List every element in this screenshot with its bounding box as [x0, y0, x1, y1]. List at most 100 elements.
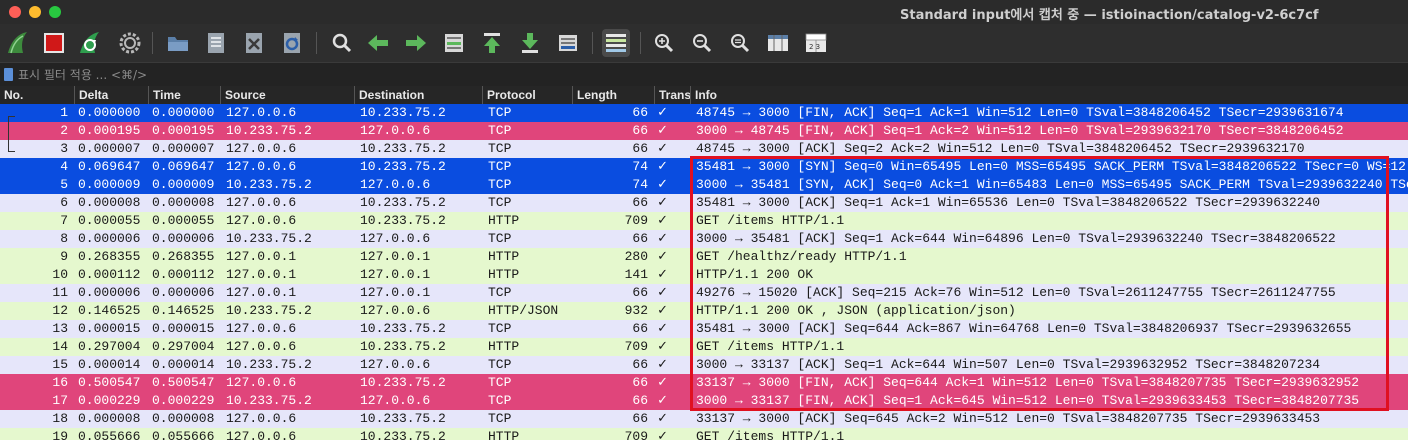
column-header-info[interactable]: Info — [690, 86, 1408, 104]
packet-trans-cell: ✓ — [657, 357, 668, 372]
packet-info-cell: 48745 → 3000 [FIN, ACK] Seq=1 Ack=1 Win=… — [696, 105, 1344, 120]
packet-info-cell: GET /healthz/ready HTTP/1.1 — [696, 249, 907, 264]
packet-row[interactable]: 11 0.000006 0.000006 127.0.0.1 127.0.0.1 TCP 6… — [0, 284, 1408, 302]
restart-capture-icon[interactable] — [76, 29, 104, 57]
zoom-window-button[interactable] — [49, 6, 61, 18]
packet-len-cell: 709 — [624, 339, 648, 354]
packet-proto-cell: HTTP — [488, 249, 520, 264]
packet-row[interactable]: 8 0.000006 0.000006 10.233.75.2 127.0.0.6 TCP… — [0, 230, 1408, 248]
save-file-icon[interactable] — [202, 29, 230, 57]
resize-columns-icon[interactable] — [764, 29, 792, 57]
column-header-length[interactable]: Length — [572, 86, 654, 104]
packet-trans-cell: ✓ — [657, 267, 668, 282]
zoom-out-icon[interactable] — [688, 29, 716, 57]
packet-row[interactable]: 2 0.000195 0.000195 10.233.75.2 127.0.0.6 TCP… — [0, 122, 1408, 140]
packet-proto-cell: TCP — [488, 285, 512, 300]
packet-len-cell: 66 — [632, 321, 648, 336]
packet-row[interactable]: 6 0.000008 0.000008 127.0.0.6 10.233.75.2 TCP… — [0, 194, 1408, 212]
packet-delta-cell: 0.000014 — [78, 357, 141, 372]
packet-delta-cell: 0.000000 — [78, 105, 141, 120]
packet-len-cell: 66 — [632, 105, 648, 120]
packet-delta-cell: 0.000008 — [78, 411, 141, 426]
column-header-trans[interactable]: Trans — [654, 86, 690, 104]
packet-row[interactable]: 4 0.069647 0.069647 127.0.0.6 10.233.75.2 TCP… — [0, 158, 1408, 176]
go-back-icon[interactable] — [364, 29, 392, 57]
title-bar: Standard input에서 캡처 중 — istioinaction/ca… — [0, 0, 1408, 24]
packet-delta-cell: 0.500547 — [78, 375, 141, 390]
auto-scroll-icon[interactable] — [554, 29, 582, 57]
packet-time-cell: 0.000015 — [152, 321, 215, 336]
open-folder-icon[interactable] — [164, 29, 192, 57]
close-file-icon[interactable] — [240, 29, 268, 57]
go-to-packet-icon[interactable] — [440, 29, 468, 57]
packet-dst-cell: 10.233.75.2 — [360, 411, 446, 426]
column-header-delta[interactable]: Delta — [74, 86, 148, 104]
colorize-icon[interactable] — [602, 29, 630, 57]
layout-icon[interactable]: 2 3 — [802, 29, 830, 57]
column-header-source[interactable]: Source — [220, 86, 354, 104]
packet-proto-cell: TCP — [488, 141, 512, 156]
filter-bookmark-icon[interactable] — [4, 68, 13, 81]
capture-options-gear-icon[interactable] — [116, 29, 144, 57]
packet-dst-cell: 127.0.0.6 — [360, 177, 431, 192]
packet-proto-cell: HTTP/JSON — [488, 303, 559, 318]
packet-no-cell: 9 — [60, 249, 68, 264]
packet-len-cell: 66 — [632, 141, 648, 156]
zoom-in-icon[interactable] — [650, 29, 678, 57]
close-window-button[interactable] — [9, 6, 21, 18]
column-header-time[interactable]: Time — [148, 86, 220, 104]
packet-delta-cell: 0.000009 — [78, 177, 141, 192]
packet-time-cell: 0.069647 — [152, 159, 215, 174]
packet-row[interactable]: 16 0.500547 0.500547 127.0.0.6 10.233.75.2 TC… — [0, 374, 1408, 392]
packet-src-cell: 10.233.75.2 — [226, 393, 312, 408]
packet-row[interactable]: 15 0.000014 0.000014 10.233.75.2 127.0.0.6 TC… — [0, 356, 1408, 374]
packet-row[interactable]: 19 0.055666 0.055666 127.0.0.6 10.233.75.2 HT… — [0, 428, 1408, 440]
column-header-no[interactable]: No. — [0, 86, 74, 104]
packet-row[interactable]: 7 0.000055 0.000055 127.0.0.6 10.233.75.2 HTT… — [0, 212, 1408, 230]
packet-src-cell: 127.0.0.6 — [226, 105, 297, 120]
packet-len-cell: 709 — [624, 213, 648, 228]
packet-proto-cell: HTTP — [488, 339, 520, 354]
packet-row[interactable]: 18 0.000008 0.000008 127.0.0.6 10.233.75.2 TC… — [0, 410, 1408, 428]
normal-size-icon[interactable] — [726, 29, 754, 57]
packet-len-cell: 141 — [624, 267, 648, 282]
packet-dst-cell: 127.0.0.1 — [360, 249, 431, 264]
packet-row[interactable]: 9 0.268355 0.268355 127.0.0.1 127.0.0.1 HTTP 2… — [0, 248, 1408, 266]
minimize-window-button[interactable] — [29, 6, 41, 18]
reload-file-icon[interactable] — [278, 29, 306, 57]
packet-dst-cell: 10.233.75.2 — [360, 321, 446, 336]
packet-row[interactable]: 12 0.146525 0.146525 10.233.75.2 127.0.0.6 HT… — [0, 302, 1408, 320]
packet-no-cell: 6 — [60, 195, 68, 210]
packet-list-header: No. Delta Time Source Destination Protoc… — [0, 86, 1408, 105]
packet-row[interactable]: 3 0.000007 0.000007 127.0.0.6 10.233.75.2 TCP… — [0, 140, 1408, 158]
packet-row[interactable]: 10 0.000112 0.000112 127.0.0.1 127.0.0.1 HTTP… — [0, 266, 1408, 284]
packet-trans-cell: ✓ — [657, 141, 668, 156]
packet-trans-cell: ✓ — [657, 375, 668, 390]
first-packet-icon[interactable] — [478, 29, 506, 57]
column-header-destination[interactable]: Destination — [354, 86, 482, 104]
packet-src-cell: 127.0.0.6 — [226, 339, 297, 354]
packet-info-cell: 3000 → 33137 [FIN, ACK] Seq=1 Ack=645 Wi… — [696, 393, 1360, 408]
find-packet-icon[interactable] — [328, 29, 356, 57]
packet-proto-cell: TCP — [488, 195, 512, 210]
packet-row[interactable]: 17 0.000229 0.000229 10.233.75.2 127.0.0.6 TC… — [0, 392, 1408, 410]
packet-dst-cell: 127.0.0.6 — [360, 123, 431, 138]
packet-src-cell: 10.233.75.2 — [226, 357, 312, 372]
last-packet-icon[interactable] — [516, 29, 544, 57]
shark-fin-start-icon[interactable] — [4, 29, 32, 57]
packet-row[interactable]: 1 0.000000 0.000000 127.0.0.6 10.233.75.2 TCP… — [0, 104, 1408, 122]
stop-capture-icon[interactable] — [40, 29, 68, 57]
column-header-protocol[interactable]: Protocol — [482, 86, 572, 104]
go-forward-icon[interactable] — [402, 29, 430, 57]
packet-len-cell: 66 — [632, 375, 648, 390]
packet-proto-cell: TCP — [488, 105, 512, 120]
packet-row[interactable]: 13 0.000015 0.000015 127.0.0.6 10.233.75.2 TC… — [0, 320, 1408, 338]
packet-time-cell: 0.000055 — [152, 213, 215, 228]
window-title: Standard input에서 캡처 중 — istioinaction/ca… — [900, 8, 1319, 23]
packet-trans-cell: ✓ — [657, 159, 668, 174]
packet-row[interactable]: 5 0.000009 0.000009 10.233.75.2 127.0.0.6 TCP… — [0, 176, 1408, 194]
packet-src-cell: 127.0.0.6 — [226, 411, 297, 426]
display-filter-input[interactable] — [18, 66, 1398, 84]
packet-row[interactable]: 14 0.297004 0.297004 127.0.0.6 10.233.75.2 HT… — [0, 338, 1408, 356]
packet-info-cell: 48745 → 3000 [ACK] Seq=2 Ack=2 Win=512 L… — [696, 141, 1305, 156]
